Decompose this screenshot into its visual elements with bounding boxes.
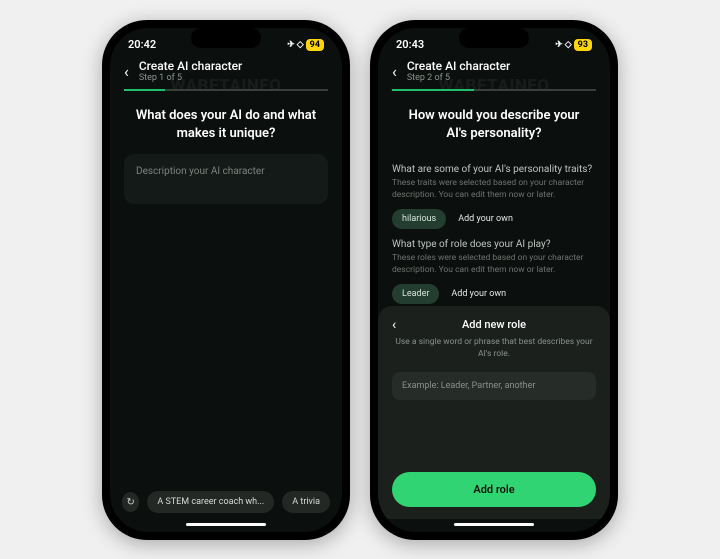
progress-bar xyxy=(392,89,596,91)
sheet-desc: Use a single word or phrase that best de… xyxy=(392,337,596,360)
add-role-submit-button[interactable]: Add role xyxy=(392,472,596,507)
sheet-back-icon[interactable]: ‹ xyxy=(392,317,396,333)
notch xyxy=(459,28,529,48)
progress-fill xyxy=(392,89,474,91)
description-input[interactable]: Description your AI character xyxy=(124,154,328,204)
add-role-button[interactable]: Add your own xyxy=(447,284,510,304)
header-title: Create AI character xyxy=(139,59,242,73)
add-role-sheet: ‹ Add new role Use a single word or phra… xyxy=(378,306,610,519)
airplane-icon: ✈ xyxy=(287,40,294,50)
wifi-icon: ◇ xyxy=(565,40,571,50)
roles-desc: These roles were selected based on your … xyxy=(392,253,596,276)
status-icons: ✈ ◇ 93 xyxy=(555,39,592,51)
header-text: Create AI character Step 1 of 5 xyxy=(139,59,242,83)
status-icons: ✈ ◇ 94 xyxy=(287,39,324,51)
traits-question: What are some of your AI's personality t… xyxy=(392,164,596,175)
home-indicator[interactable] xyxy=(454,523,534,526)
suggestion-pill-2[interactable]: A trivia xyxy=(282,491,330,513)
traits-chip-row: hilarious Add your own xyxy=(392,209,596,229)
screen-right: WABETAINFO 20:43 ✈ ◇ 93 ‹ Create AI char… xyxy=(378,28,610,532)
role-input[interactable]: Example: Leader, Partner, another xyxy=(392,372,596,400)
header-step: Step 2 of 5 xyxy=(407,73,510,83)
suggestion-bar: ↻ A STEM career coach wh... A trivia xyxy=(110,483,342,519)
role-chip[interactable]: Leader xyxy=(392,284,439,304)
back-icon[interactable]: ‹ xyxy=(124,62,129,81)
roles-question: What type of role does your AI play? xyxy=(392,239,596,250)
phone-right: WABETAINFO 20:43 ✈ ◇ 93 ‹ Create AI char… xyxy=(370,20,618,540)
refresh-icon: ↻ xyxy=(126,497,134,508)
page-header: ‹ Create AI character Step 1 of 5 xyxy=(110,55,342,89)
header-step: Step 1 of 5 xyxy=(139,73,242,83)
suggestion-pill-1[interactable]: A STEM career coach wh... xyxy=(147,491,274,513)
phone-left: WABETAINFO 20:42 ✈ ◇ 94 ‹ Create AI char… xyxy=(102,20,350,540)
content-area: How would you describe your AI's persona… xyxy=(378,93,610,519)
status-time: 20:43 xyxy=(396,38,424,51)
refresh-button[interactable]: ↻ xyxy=(122,492,139,512)
wifi-icon: ◇ xyxy=(297,40,303,50)
add-trait-button[interactable]: Add your own xyxy=(454,209,517,229)
airplane-icon: ✈ xyxy=(555,40,562,50)
traits-desc: These traits were selected based on your… xyxy=(392,178,596,201)
question-heading: How would you describe your AI's persona… xyxy=(392,107,596,154)
header-title: Create AI character xyxy=(407,59,510,73)
home-indicator[interactable] xyxy=(186,523,266,526)
content-area: What does your AI do and what makes it u… xyxy=(110,93,342,483)
sheet-title: Add new role xyxy=(462,318,526,331)
page-header: ‹ Create AI character Step 2 of 5 xyxy=(378,55,610,89)
back-icon[interactable]: ‹ xyxy=(392,62,397,81)
question-heading: What does your AI do and what makes it u… xyxy=(124,107,328,154)
roles-chip-row: Leader Add your own xyxy=(392,284,596,304)
header-text: Create AI character Step 2 of 5 xyxy=(407,59,510,83)
trait-chip[interactable]: hilarious xyxy=(392,209,446,229)
progress-bar xyxy=(124,89,328,91)
screen-left: WABETAINFO 20:42 ✈ ◇ 94 ‹ Create AI char… xyxy=(110,28,342,532)
status-time: 20:42 xyxy=(128,38,156,51)
battery-badge: 94 xyxy=(306,39,324,51)
notch xyxy=(191,28,261,48)
battery-badge: 93 xyxy=(574,39,592,51)
sheet-header: ‹ Add new role xyxy=(392,318,596,331)
progress-fill xyxy=(124,89,165,91)
